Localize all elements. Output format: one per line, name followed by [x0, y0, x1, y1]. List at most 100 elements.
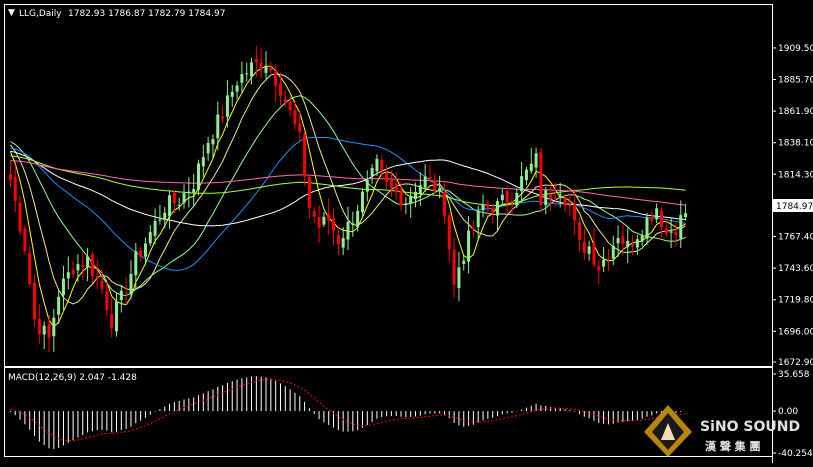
candle-body — [414, 191, 418, 200]
candle-body — [196, 163, 200, 190]
candle-body — [250, 62, 254, 77]
candle-body — [288, 102, 292, 111]
chart-symbol-label: LLG,Daily — [19, 9, 62, 19]
candle-body — [235, 85, 239, 92]
candle-body — [201, 157, 205, 167]
candle-body — [110, 313, 114, 328]
moving-averages — [9, 65, 686, 328]
candle-body — [433, 179, 437, 191]
candle-body — [549, 194, 553, 200]
candle-body — [153, 221, 157, 236]
candle-body — [332, 218, 336, 231]
candle-body — [192, 189, 196, 193]
candle-body — [524, 169, 528, 181]
ma-line-5 — [9, 65, 686, 328]
ma-line-100 — [10, 155, 686, 207]
candle-body — [81, 264, 85, 267]
candle-body — [664, 228, 668, 234]
chart-menu-arrow-icon[interactable]: ▼ — [8, 8, 15, 18]
macd-indicator-label: MACD(12,26,9) 2.047 -1.428 — [8, 373, 137, 383]
candle-body — [240, 74, 244, 83]
candle-body — [467, 230, 471, 262]
candle-body — [428, 176, 432, 179]
candle-body — [476, 210, 480, 228]
price-tick-label: 1838.10 — [778, 139, 813, 149]
candle-body — [269, 67, 273, 71]
candle-body — [370, 167, 374, 177]
price-tick-label: 1672.90 — [778, 358, 813, 368]
candle-body — [365, 179, 369, 192]
candle-body — [52, 317, 56, 337]
candle-body — [399, 190, 403, 206]
candle-body — [134, 251, 138, 276]
candle-body — [360, 191, 364, 213]
candle-body — [182, 193, 186, 204]
candle-body — [380, 160, 384, 170]
price-tick-label: 1696.00 — [778, 327, 813, 337]
price-tick-label: 1767.40 — [778, 233, 813, 243]
candle-body — [602, 259, 606, 267]
candle-body — [669, 231, 673, 233]
candle-body — [8, 173, 12, 181]
candle-body — [684, 213, 688, 218]
ma-line-20 — [10, 95, 686, 297]
sino-sound-logo: SiNO SOUND 漢 聲 集 團 — [644, 405, 800, 457]
candle-body — [221, 116, 225, 119]
price-tick-label: 1743.60 — [778, 264, 813, 274]
price-tick-label: 1719.80 — [778, 296, 813, 306]
candle-body — [28, 253, 32, 284]
candle-body — [143, 243, 147, 257]
candle-body — [86, 256, 90, 267]
candle-body — [582, 241, 586, 253]
candle-body — [168, 195, 172, 217]
ma-line-150 — [10, 160, 686, 206]
ma-line-10 — [9, 73, 686, 305]
candle-body — [568, 205, 572, 207]
candle-body — [259, 62, 263, 70]
price-tick-label: 1861.90 — [778, 107, 813, 117]
chart-canvas[interactable]: 1909.501885.701861.901838.101814.301791.… — [0, 0, 813, 463]
candle-body — [616, 238, 620, 244]
candle-body — [42, 325, 46, 335]
current-price-tag: 1784.97 — [773, 199, 813, 212]
candle-body — [520, 176, 524, 192]
candle-body — [471, 227, 475, 230]
candle-body — [66, 272, 70, 279]
candle-body — [274, 71, 278, 86]
logo-text-cn: 漢 聲 集 團 — [705, 439, 761, 453]
candle-body — [346, 221, 350, 240]
candle-body — [659, 211, 663, 228]
candle-body — [592, 243, 596, 265]
candle-body — [563, 198, 567, 206]
macd-histogram — [9, 376, 687, 449]
candle-body — [442, 191, 446, 216]
candle-body — [76, 264, 80, 271]
macd-tick-label: 35.658 — [778, 370, 810, 380]
candle-body — [327, 214, 331, 221]
candle-body — [423, 176, 427, 188]
candle-body — [293, 110, 297, 125]
candle-body — [307, 176, 311, 208]
candle-body — [158, 219, 162, 221]
candle-body — [225, 95, 229, 117]
candle-body — [462, 260, 466, 264]
candle-body — [336, 234, 340, 245]
candle-body — [177, 204, 181, 206]
candle-body — [119, 290, 123, 301]
candle-body — [611, 245, 615, 259]
candle-body — [37, 318, 41, 334]
macd-axis-ticks: 35.658 0.00 -40.254 — [772, 370, 813, 459]
logo-text-en: SiNO SOUND — [700, 419, 800, 435]
candle-body — [486, 203, 490, 208]
candle-body — [23, 228, 27, 252]
candle-body — [481, 204, 485, 211]
candle-body — [577, 222, 581, 241]
candle-body — [655, 208, 659, 220]
candle-body — [90, 254, 94, 276]
candle-body — [18, 202, 22, 232]
candle-body — [438, 188, 442, 192]
candle-body — [621, 236, 625, 244]
candle-body — [447, 215, 451, 249]
current-price-label: 1784.97 — [776, 202, 813, 212]
candle-body — [356, 210, 360, 228]
